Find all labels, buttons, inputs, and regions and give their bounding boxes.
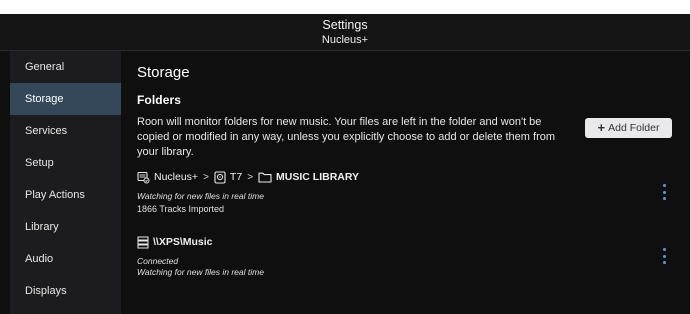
kebab-dot (662, 184, 666, 187)
sidebar-item-general[interactable]: General (10, 51, 121, 83)
storage-panel: Storage Folders Roon will monitor folder… (123, 51, 690, 314)
kebab-dot (662, 197, 666, 200)
drive-icon (214, 170, 226, 184)
folder-path: Nucleus+ > T7 > MUSIC LIBRARY (137, 170, 359, 184)
path-segment: MUSIC LIBRARY (258, 171, 359, 183)
folder-detail: 1866 Tracks Imported (137, 204, 225, 214)
sidebar-item-setup[interactable]: Setup (10, 147, 121, 179)
path-segment: T7 (214, 170, 243, 184)
path-segment: Nucleus+ (137, 171, 198, 184)
server-icon (137, 171, 150, 183)
add-folder-button[interactable]: + Add Folder (585, 118, 672, 138)
top-strip (0, 0, 690, 14)
plus-icon: + (597, 120, 606, 135)
window-title: Settings (322, 18, 368, 32)
sidebar-item-storage[interactable]: Storage (10, 83, 121, 115)
kebab-dot (662, 190, 666, 194)
path-label: T7 (229, 171, 243, 183)
section-title: Folders (137, 93, 182, 107)
folder-options-button[interactable] (660, 184, 668, 200)
title-bar: Settings Nucleus+ (0, 14, 690, 50)
add-folder-label: Add Folder (608, 122, 660, 134)
kebab-dot (662, 248, 666, 251)
kebab-dot (662, 254, 666, 258)
path-segment: \\XPS\Music (137, 236, 213, 249)
window-subtitle: Nucleus+ (321, 34, 369, 46)
folder-status: Connected (137, 256, 179, 266)
path-label: MUSIC LIBRARY (276, 171, 360, 183)
folder-icon (258, 172, 272, 183)
folder-status: Watching for new files in real time (137, 191, 264, 201)
sidebar-item-play-actions[interactable]: Play Actions (10, 179, 121, 211)
folder-detail: Watching for new files in real time (137, 267, 264, 277)
path-label: \\XPS\Music (153, 236, 213, 248)
sidebar-item-displays[interactable]: Displays (10, 275, 121, 307)
sidebar-item-audio[interactable]: Audio (10, 243, 121, 275)
settings-sidebar: General Storage Services Setup Play Acti… (10, 51, 121, 314)
chevron-right-icon: > (203, 171, 209, 183)
kebab-dot (662, 261, 666, 264)
sidebar-item-library[interactable]: Library (10, 211, 121, 243)
network-share-icon (137, 236, 149, 248)
sidebar-item-services[interactable]: Services (10, 115, 121, 147)
path-label: Nucleus+ (154, 171, 199, 183)
chevron-right-icon: > (247, 171, 254, 183)
folder-path: \\XPS\Music (137, 235, 213, 249)
page-title: Storage (137, 64, 190, 81)
folders-description: Roon will monitor folders for new music.… (137, 116, 556, 158)
folder-options-button[interactable] (660, 248, 668, 264)
